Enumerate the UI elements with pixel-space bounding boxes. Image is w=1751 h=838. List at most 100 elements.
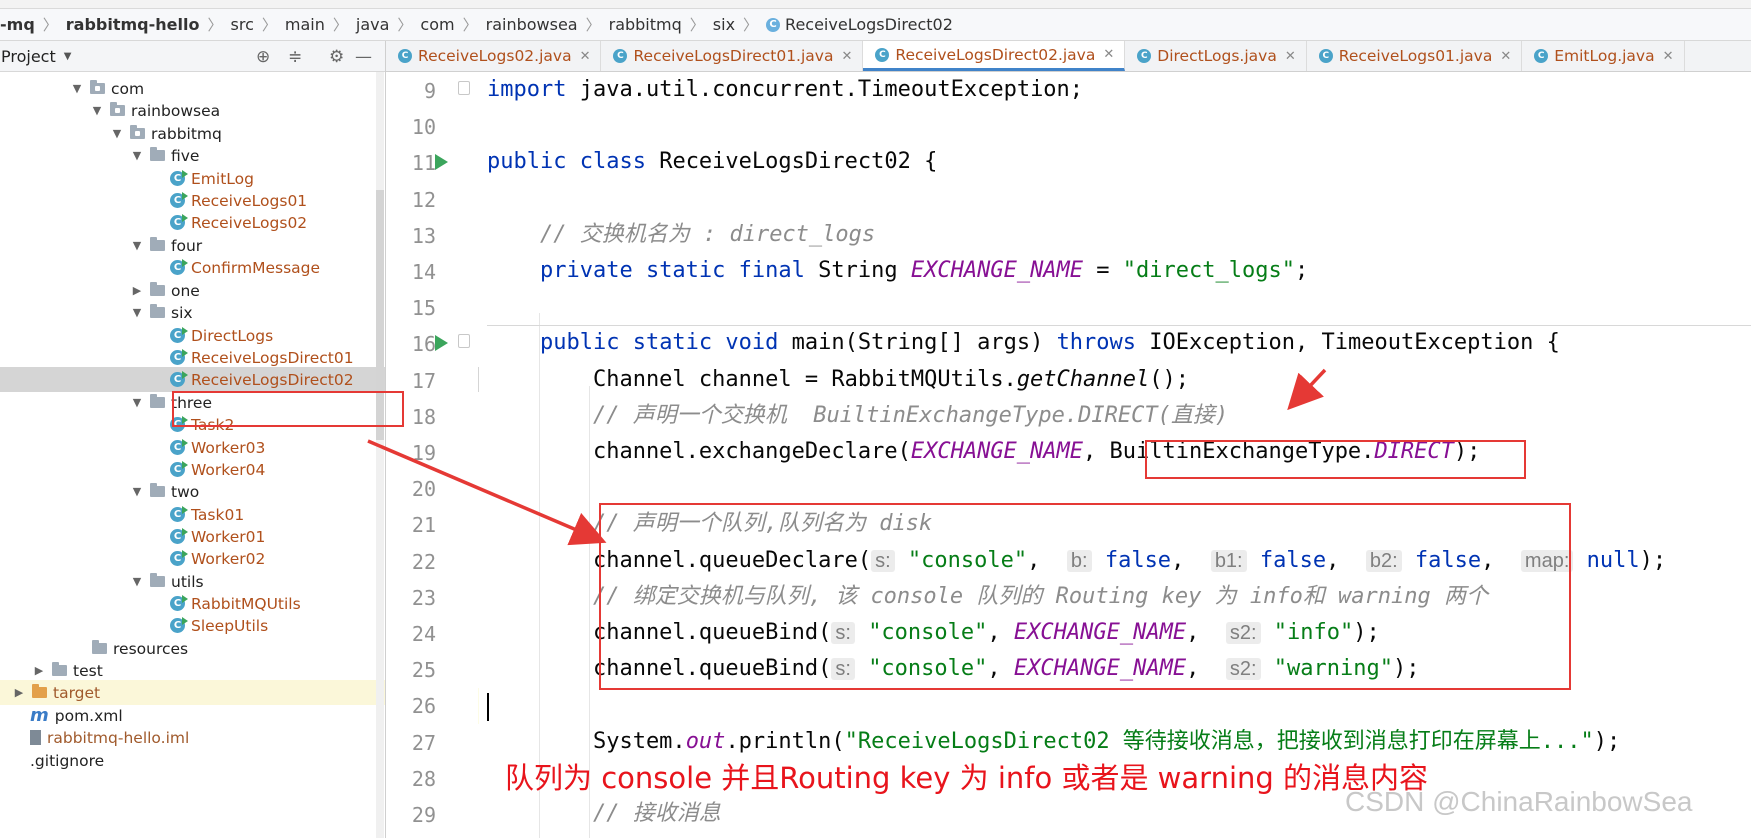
breadcrumb-item[interactable]: main 〉: [285, 14, 356, 35]
chevron-down-icon[interactable]: ▼: [70, 82, 84, 95]
editor-gutter: 9 10 11 12 13 14 15 16 17 18 19 20 21 22 23 24 25 26 27 28 2…: [386, 72, 478, 838]
code-line: // 交换机名为 : direct_logs: [487, 217, 875, 253]
tree-item-rabbitmq-hello-iml[interactable]: rabbitmq-hello.iml: [0, 725, 415, 750]
breadcrumb-item[interactable]: src 〉: [231, 14, 285, 35]
code-token: System.: [487, 728, 686, 754]
tab-receivelogsdirect01[interactable]: C ReceiveLogsDirect01.java ✕: [601, 41, 864, 71]
chevron-right-icon[interactable]: ▶: [12, 686, 26, 699]
breadcrumb-item[interactable]: rabbitmq 〉: [609, 14, 713, 35]
tab-label: EmitLog.java: [1554, 47, 1655, 65]
minimize-icon[interactable]: —: [355, 47, 372, 67]
code-line: Channel channel = RabbitMQUtils.getChann…: [487, 362, 1189, 398]
chevron-down-icon[interactable]: ▼: [130, 239, 144, 252]
line-number-row: 9: [386, 72, 478, 108]
tree-item-label: five: [171, 146, 200, 165]
tree-item-target[interactable]: ▶ target: [0, 680, 397, 705]
breadcrumb-item[interactable]: six 〉: [713, 14, 766, 35]
breadcrumb-label: src: [230, 15, 254, 34]
close-icon[interactable]: ✕: [1663, 49, 1674, 64]
chevron-down-icon[interactable]: ▼: [130, 149, 144, 162]
line-number-row: 22: [386, 543, 478, 579]
project-panel-title[interactable]: Project: [1, 47, 56, 66]
tab-directlogs[interactable]: C DirectLogs.java ✕: [1125, 41, 1307, 71]
tree-item-label: ConfirmMessage: [191, 258, 321, 277]
chevron-down-icon[interactable]: ▼: [130, 396, 144, 409]
close-icon[interactable]: ✕: [580, 49, 591, 64]
fold-icon[interactable]: [458, 334, 470, 349]
chevron-down-icon[interactable]: ▼: [130, 575, 144, 588]
tree-item-label: rabbitmq-hello.iml: [47, 728, 190, 747]
breadcrumb-item[interactable]: rabbitmq-hello 〉: [66, 14, 231, 35]
folder-icon: [130, 125, 145, 139]
java-class-icon: C: [875, 47, 890, 62]
close-icon[interactable]: ✕: [1103, 47, 1114, 62]
fold-icon[interactable]: [458, 81, 470, 95]
chevron-right-icon: 〉: [689, 16, 705, 34]
close-icon[interactable]: ✕: [1285, 49, 1296, 64]
tree-item-label: Worker04: [191, 460, 266, 479]
code-editor[interactable]: import java.util.concurrent.TimeoutExcep…: [479, 72, 1751, 838]
run-icon[interactable]: [435, 154, 448, 171]
tab-receivelogs01[interactable]: C ReceiveLogs01.java ✕: [1307, 41, 1523, 71]
tree-item-label: Worker03: [191, 438, 266, 457]
chevron-right-icon: 〉: [42, 16, 58, 34]
tree-item-gitignore[interactable]: .gitignore: [0, 748, 415, 773]
chevron-right-icon: 〉: [261, 16, 277, 34]
tree-item-label: Worker02: [191, 549, 266, 568]
code-token: "direct_logs": [1122, 258, 1295, 283]
breadcrumb-item[interactable]: C ReceiveLogsDirect02: [766, 15, 953, 34]
tab-emitlog[interactable]: C EmitLog.java ✕: [1522, 41, 1685, 71]
code-line: public static void main(String[] args) t…: [487, 325, 1560, 361]
chevron-down-icon[interactable]: ▼: [64, 51, 72, 62]
annotation-note: 队列为 console 并且Routing key 为 info 或者是 war…: [505, 761, 1429, 795]
run-icon[interactable]: [435, 335, 448, 352]
folder-icon: [150, 573, 165, 587]
close-icon[interactable]: ✕: [841, 49, 852, 64]
code-token: throws: [1056, 330, 1137, 356]
java-class-icon: C: [170, 617, 188, 633]
breadcrumb-item[interactable]: com 〉: [420, 14, 485, 35]
java-class-icon: C: [1318, 49, 1333, 63]
highlight-box-tree-selection: [172, 391, 404, 427]
java-class-icon: C: [170, 259, 188, 275]
gear-icon[interactable]: ⚙: [329, 47, 344, 67]
java-class-icon: C: [398, 49, 412, 63]
tab-receivelogsdirect02[interactable]: C ReceiveLogsDirect02.java ✕: [863, 41, 1126, 71]
tree-scrollbar-track[interactable]: [376, 72, 384, 838]
chevron-down-icon[interactable]: ▼: [130, 485, 144, 498]
close-icon[interactable]: ✕: [1500, 49, 1511, 64]
java-class-icon: C: [170, 327, 188, 343]
highlight-box-direct-type: [1145, 440, 1526, 479]
line-number: 25: [411, 658, 436, 683]
code-token: private static final: [539, 258, 805, 283]
breadcrumb-item[interactable]: -mq 〉: [0, 14, 66, 35]
collapse-icon[interactable]: ≑: [288, 47, 302, 67]
line-number: 10: [411, 115, 436, 140]
class-icon: C: [766, 17, 781, 32]
chevron-right-icon[interactable]: ▶: [130, 284, 144, 297]
tree-item-label: six: [171, 303, 193, 322]
code-token: public class: [487, 149, 646, 175]
tab-receivelogs02[interactable]: C ReceiveLogs02.java ✕: [386, 41, 602, 71]
chevron-right-icon: 〉: [743, 16, 759, 34]
line-number-row: 25: [386, 651, 478, 687]
line-number-row: 12: [386, 181, 478, 217]
breadcrumb-label: java: [355, 15, 390, 34]
target-icon[interactable]: ⊕: [256, 47, 270, 67]
java-class-icon: C: [170, 550, 188, 566]
chevron-right-icon[interactable]: ▶: [32, 664, 46, 677]
chevron-down-icon[interactable]: ▼: [90, 104, 104, 117]
line-number-row: 13: [386, 217, 478, 253]
tree-item-label: ReceiveLogs01: [191, 191, 308, 210]
breadcrumb-item[interactable]: java 〉: [356, 14, 421, 35]
tree-item-label: ReceiveLogsDirect01: [191, 348, 354, 367]
line-number-row: 23: [386, 579, 478, 615]
chevron-down-icon[interactable]: ▼: [130, 306, 144, 319]
code-token: ;: [1294, 258, 1309, 283]
editor-tabs: C ReceiveLogs02.java ✕ C ReceiveLogsDirect01…: [386, 41, 1751, 72]
folder-icon: [52, 662, 67, 676]
breadcrumb-item[interactable]: rainbowsea 〉: [486, 14, 609, 35]
chevron-down-icon[interactable]: ▼: [110, 127, 124, 140]
